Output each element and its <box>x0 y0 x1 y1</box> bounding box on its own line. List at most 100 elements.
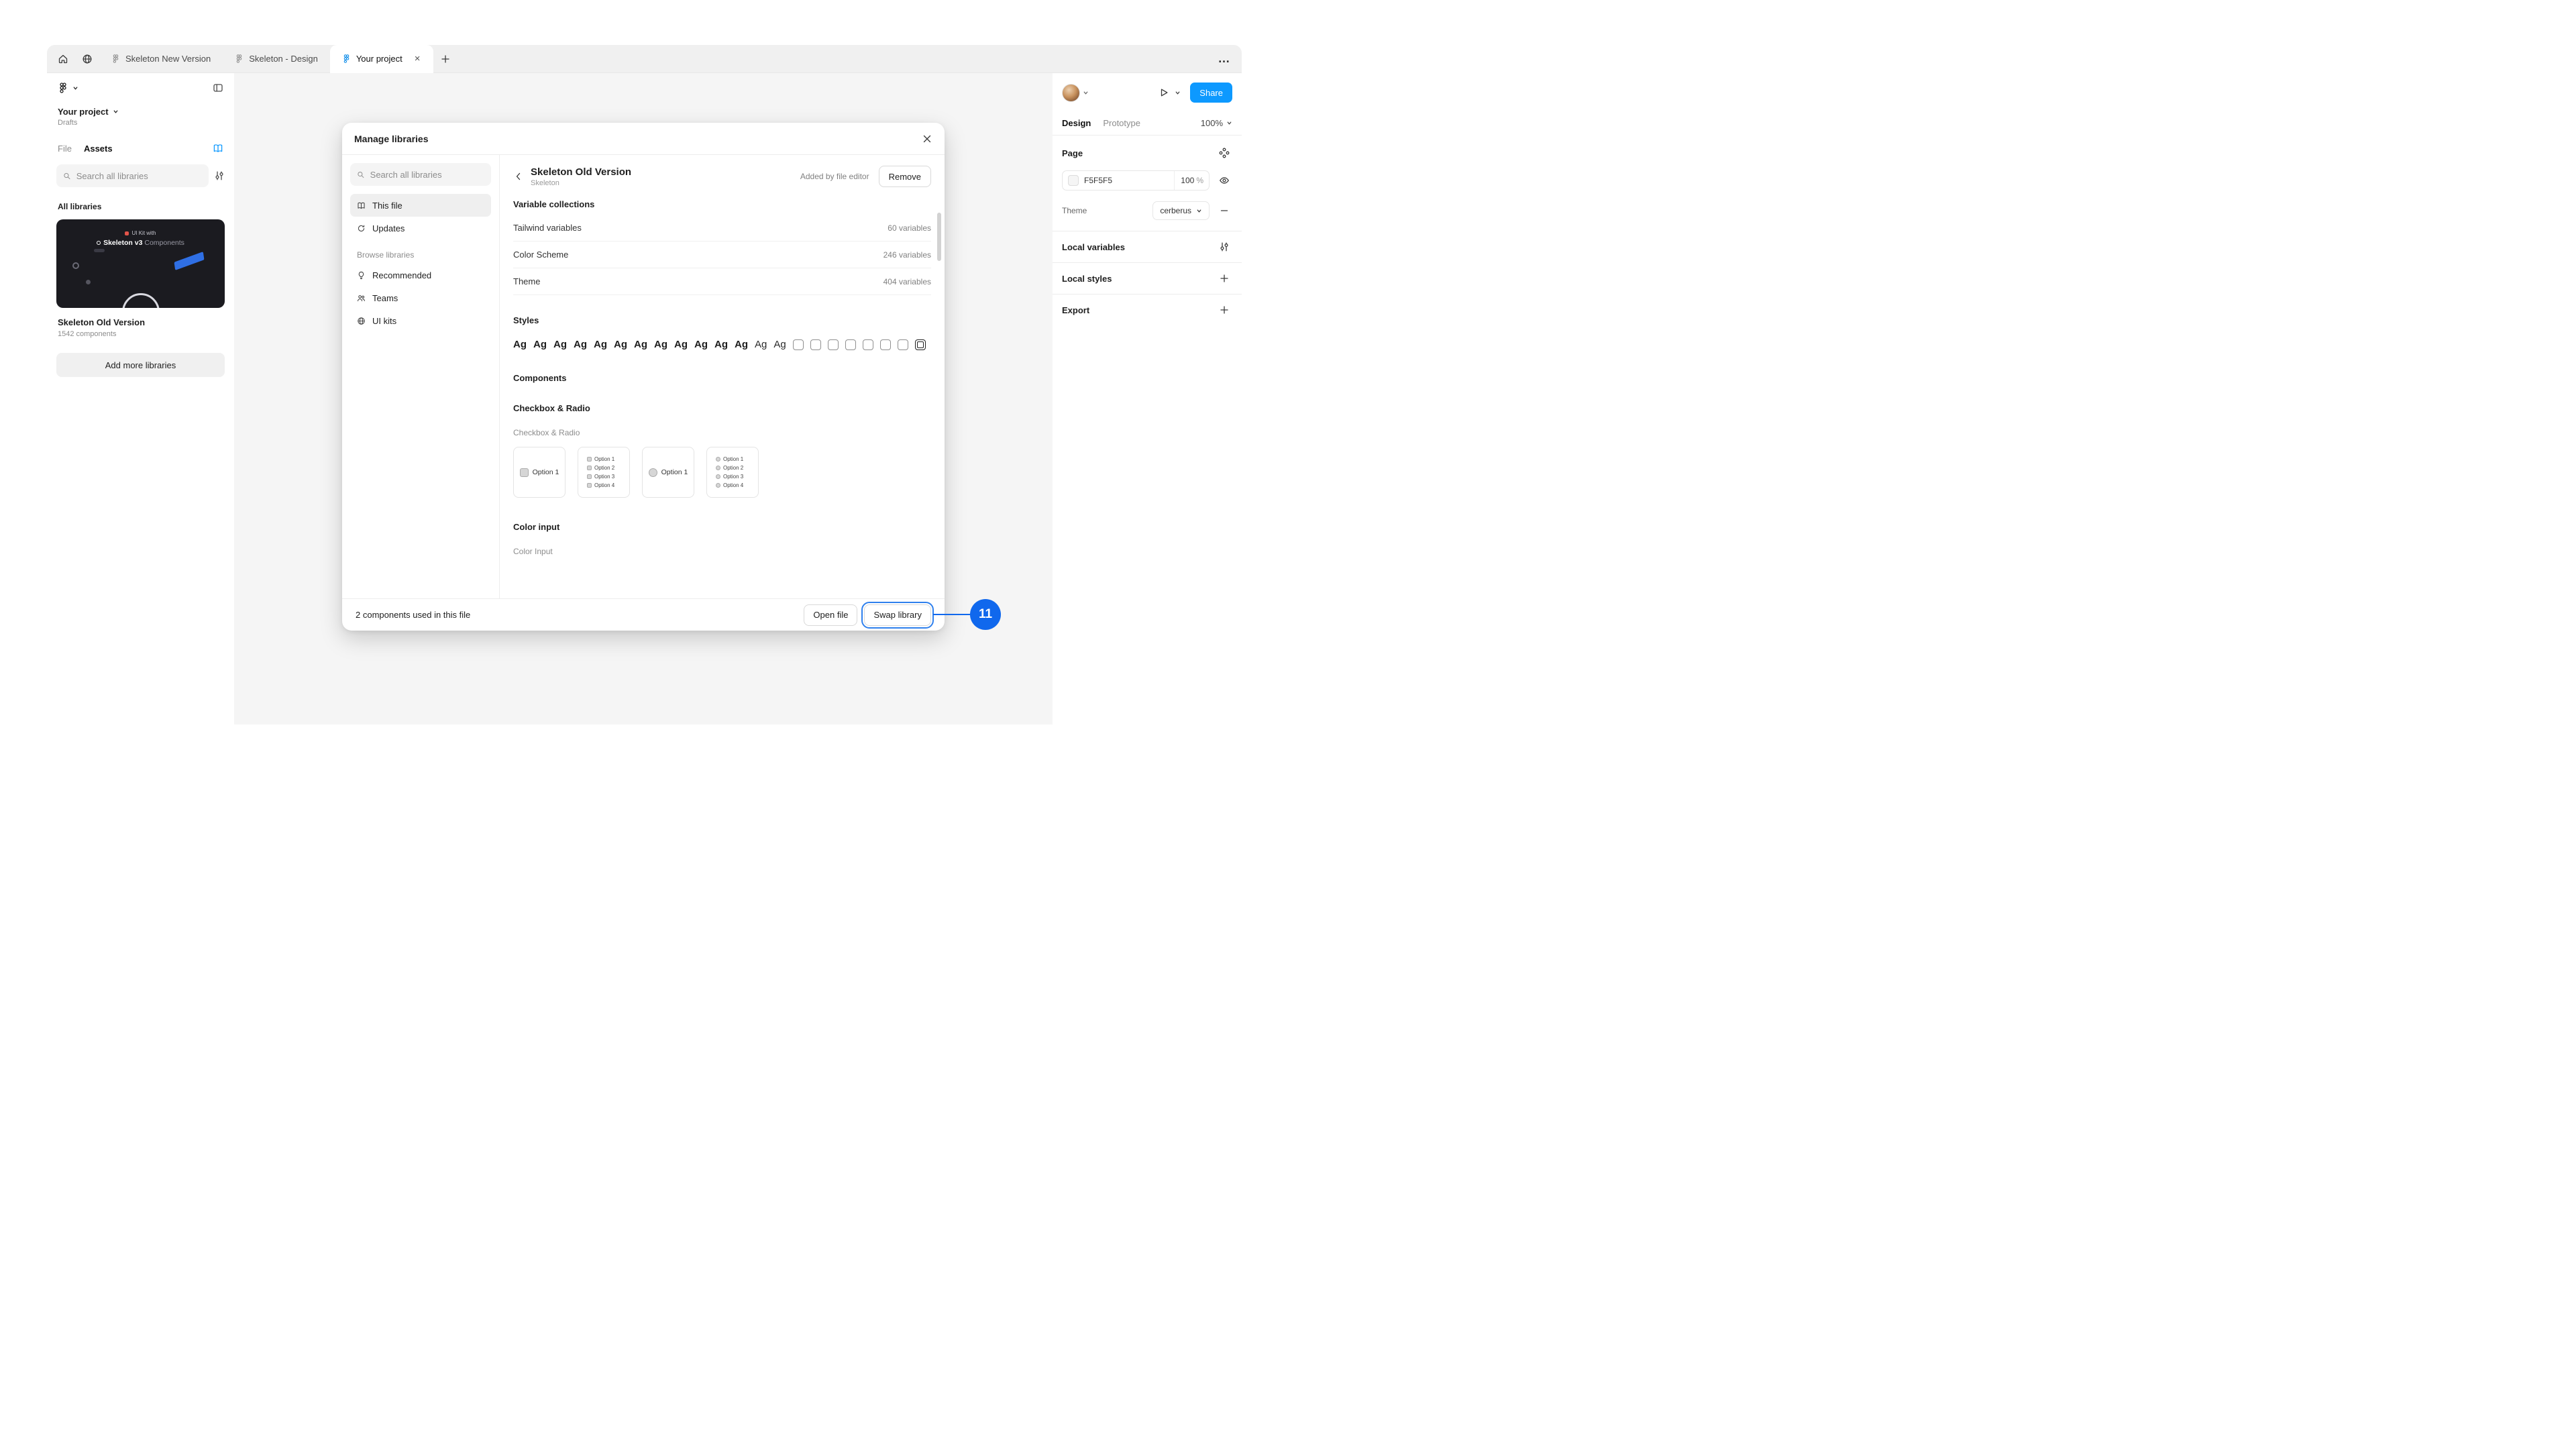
text-style-sample-bold: Ag <box>533 339 547 350</box>
book-open-icon <box>213 143 223 154</box>
radio-icon <box>649 468 657 477</box>
main-menu[interactable] <box>58 83 78 93</box>
home-button[interactable] <box>51 45 75 73</box>
components-heading: Components <box>513 373 931 383</box>
book-open-icon <box>357 201 366 210</box>
present-options-button[interactable] <box>1172 87 1183 99</box>
component-card-radio-group[interactable]: Option 1 Option 2 Option 3 Option 4 <box>706 447 759 498</box>
thumbnail-shape-bar <box>174 252 205 270</box>
tab-your-project[interactable]: Your project × <box>330 45 434 73</box>
remove-theme-button[interactable] <box>1216 203 1232 219</box>
modal-nav: This file Updates Browse libraries Recom… <box>342 155 500 598</box>
tab-file[interactable]: File <box>58 144 72 154</box>
new-tab-button[interactable] <box>433 45 458 73</box>
tab-assets[interactable]: Assets <box>84 144 113 154</box>
local-styles-heading: Local styles <box>1062 274 1112 284</box>
nav-item-recommended[interactable]: Recommended <box>350 264 491 286</box>
nav-item-teams[interactable]: Teams <box>350 286 491 309</box>
detail-content: Variable collections Tailwind variables … <box>500 195 945 598</box>
nav-item-label: Teams <box>372 293 398 303</box>
plus-icon <box>1219 273 1230 284</box>
modal-search-input[interactable] <box>370 170 484 180</box>
zoom-control[interactable]: 100% <box>1201 118 1232 128</box>
tab-skeleton-design[interactable]: Skeleton - Design <box>223 45 330 73</box>
plus-icon <box>1219 305 1230 315</box>
nav-item-ui-kits[interactable]: UI kits <box>350 309 491 332</box>
modal-body: This file Updates Browse libraries Recom… <box>342 155 945 598</box>
thumbnail-shape-arc <box>122 293 160 308</box>
nav-item-this-file[interactable]: This file <box>350 194 491 217</box>
back-button[interactable] <box>513 171 524 182</box>
lightbulb-icon <box>357 271 366 280</box>
page-color-field[interactable]: F5F5F5 100 % <box>1062 170 1210 191</box>
nav-item-updates[interactable]: Updates <box>350 217 491 239</box>
tab-design[interactable]: Design <box>1062 118 1091 128</box>
style-swatch <box>828 339 839 350</box>
theme-select[interactable]: cerberus <box>1152 201 1210 220</box>
libraries-button[interactable] <box>213 143 223 154</box>
checkbox-icon <box>587 457 592 462</box>
radio-icon <box>716 474 720 479</box>
component-card-checkbox[interactable]: Option 1 <box>513 447 566 498</box>
figma-file-icon <box>342 54 351 63</box>
text-style-sample-bold: Ag <box>553 339 567 350</box>
local-variables-row: Local variables <box>1062 231 1232 262</box>
thumbnail-text: UI Kit with Skeleton v3 Components <box>56 230 225 247</box>
style-swatch <box>880 339 891 350</box>
styles-icon <box>1219 148 1230 158</box>
tab-skeleton-new-version[interactable]: Skeleton New Version <box>99 45 223 73</box>
user-menu[interactable] <box>1062 84 1089 102</box>
color-input-heading: Color input <box>513 522 931 532</box>
radio-option: Option 2 <box>716 465 743 471</box>
component-card-radio[interactable]: Option 1 <box>642 447 694 498</box>
project-switcher[interactable]: Your project <box>56 107 225 117</box>
community-button[interactable] <box>75 45 99 73</box>
variable-collection-row: Theme 404 variables <box>513 268 931 295</box>
style-samples-row: AgAgAgAgAgAgAgAgAgAgAgAgAgAg <box>513 339 931 350</box>
canvas[interactable]: Manage libraries This file <box>234 73 1053 724</box>
component-card-checkbox-group[interactable]: Option 1 Option 2 Option 3 Option 4 <box>578 447 630 498</box>
filter-button[interactable] <box>214 170 225 181</box>
opacity-field[interactable]: 100 % <box>1174 171 1203 190</box>
collection-count: 246 variables <box>883 250 931 260</box>
component-previews: Option 1 Option 1 Option 2 Option 3 Opti… <box>513 447 931 498</box>
present-button[interactable] <box>1156 85 1172 101</box>
rocket-icon <box>125 231 129 235</box>
sidebar-tabs: File Assets <box>56 143 225 154</box>
modal-search-field[interactable] <box>350 163 491 186</box>
library-name: Skeleton Old Version <box>56 317 225 327</box>
page-styles-button[interactable] <box>1216 145 1232 161</box>
close-modal-button[interactable] <box>922 133 932 144</box>
sliders-icon <box>1219 241 1230 252</box>
close-tab-button[interactable]: × <box>413 52 422 65</box>
globe-icon <box>82 54 93 64</box>
text-style-sample-regular: Ag <box>755 339 767 350</box>
collection-name: Theme <box>513 276 540 286</box>
library-thumbnail[interactable]: UI Kit with Skeleton v3 Components <box>56 219 225 308</box>
sliders-icon <box>214 170 225 181</box>
color-swatch[interactable] <box>1068 175 1079 186</box>
open-file-button[interactable]: Open file <box>804 604 857 626</box>
radio-icon <box>716 483 720 488</box>
share-button[interactable]: Share <box>1190 83 1232 103</box>
project-subtitle: Drafts <box>56 119 225 127</box>
style-swatch <box>915 339 926 350</box>
export-heading: Export <box>1062 305 1089 315</box>
add-export-button[interactable] <box>1216 302 1232 318</box>
swap-library-button[interactable]: Swap library <box>864 604 931 626</box>
more-options-button[interactable]: … <box>1212 45 1236 73</box>
add-more-libraries-button[interactable]: Add more libraries <box>56 353 225 377</box>
visibility-toggle[interactable] <box>1216 172 1232 189</box>
add-style-button[interactable] <box>1216 270 1232 286</box>
scrollbar-thumb[interactable] <box>937 213 941 261</box>
open-variables-button[interactable] <box>1216 239 1232 255</box>
added-by-label: Added by file editor <box>800 172 869 181</box>
tab-prototype[interactable]: Prototype <box>1103 118 1140 128</box>
text-style-sample-bold: Ag <box>674 339 688 350</box>
radio-icon <box>716 457 720 462</box>
remove-library-button[interactable]: Remove <box>879 166 931 187</box>
chevron-down-icon <box>1083 90 1089 96</box>
library-search-field[interactable] <box>56 164 209 187</box>
library-search-input[interactable] <box>76 171 202 181</box>
toggle-sidebar-button[interactable] <box>213 83 223 93</box>
